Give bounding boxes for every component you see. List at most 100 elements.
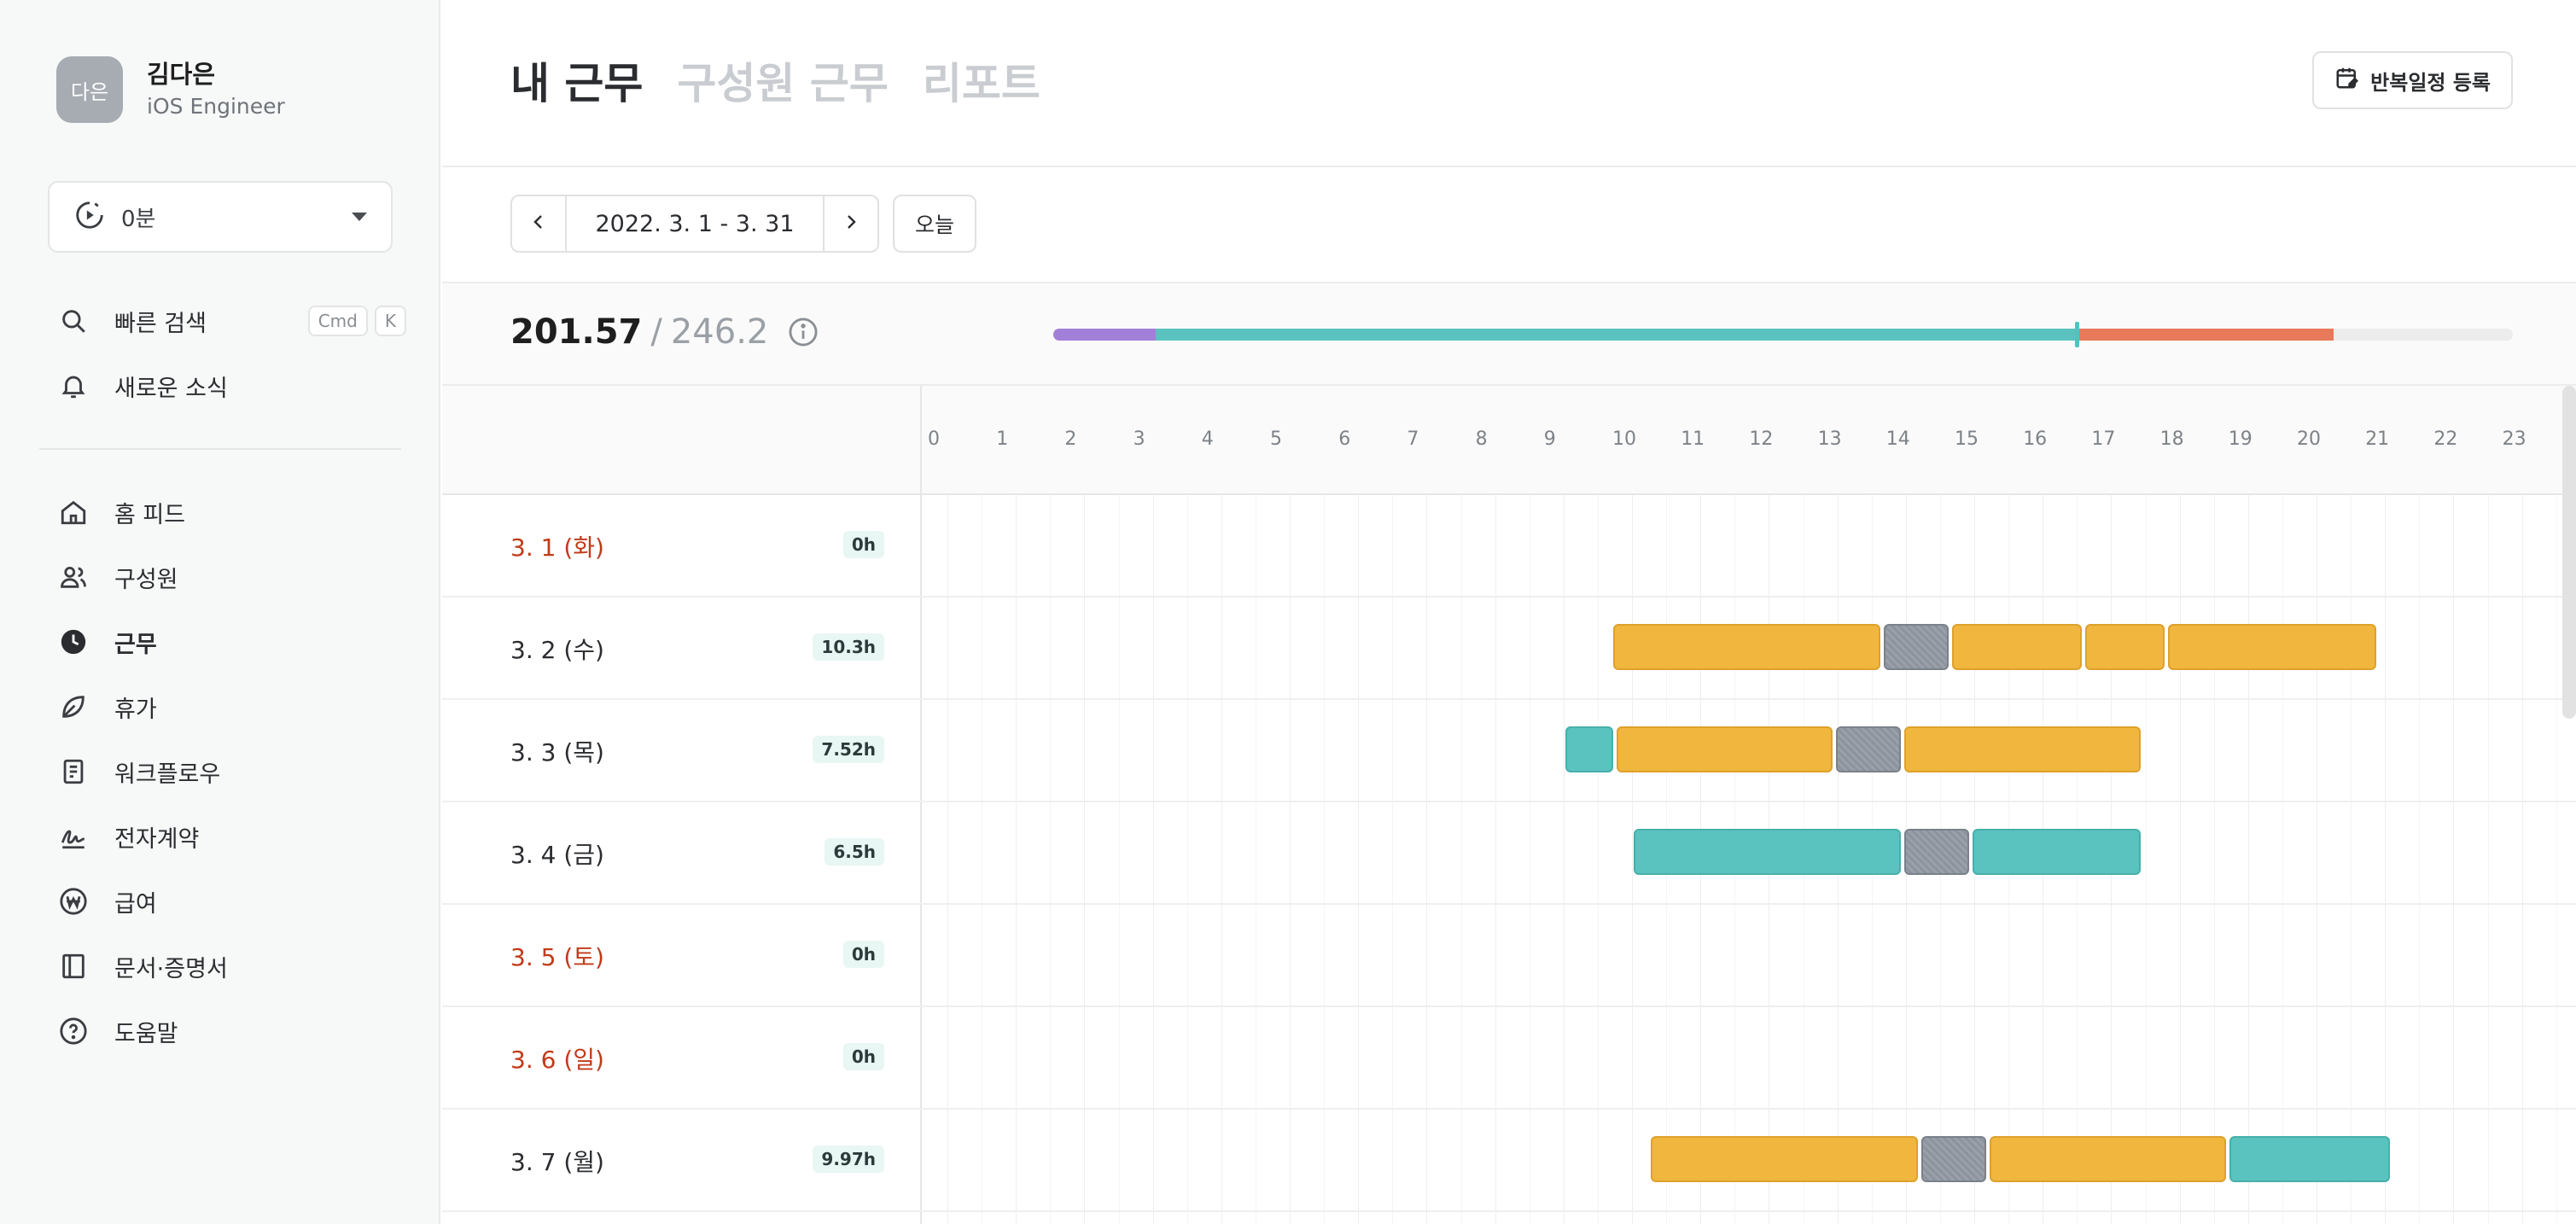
work-block[interactable] <box>1651 1136 1918 1182</box>
hour-label: 11 <box>1681 428 1705 450</box>
remote-block[interactable] <box>1634 829 1901 875</box>
hour-label: 4 <box>1201 428 1214 450</box>
tab-my-work[interactable]: 내 근무 <box>510 50 643 111</box>
row-date[interactable]: 3. 4 (금) <box>510 836 604 871</box>
row-hours-badge: 0h <box>842 941 884 968</box>
shortcut-key: K <box>374 306 406 336</box>
work-timer-dropdown[interactable]: 0분 <box>48 181 393 253</box>
work-summary: 201.57 / 246.2 <box>442 282 2576 386</box>
nav-item-label: 근무 <box>114 631 157 658</box>
timeline-row: 3. 4 (금) 6.5h <box>442 802 2576 905</box>
timeline-row: 3. 7 (월) 9.97h <box>442 1110 2576 1212</box>
nav-item-work[interactable]: 근무 <box>56 609 406 674</box>
break-block[interactable] <box>1835 726 1901 772</box>
document-icon <box>56 755 90 789</box>
row-date[interactable]: 3. 6 (일) <box>510 1041 604 1075</box>
nav-item-members[interactable]: 구성원 <box>56 545 406 609</box>
home-icon <box>56 495 90 529</box>
date-range-label[interactable]: 2022. 3. 1 - 3. 31 <box>567 196 823 251</box>
nav-item-payroll[interactable]: 급여 <box>56 869 406 934</box>
hour-label: 13 <box>1817 428 1842 450</box>
scrollbar[interactable] <box>2562 386 2576 719</box>
signature-icon <box>56 819 90 854</box>
remote-block[interactable] <box>1565 726 1613 772</box>
hour-label: 20 <box>2297 428 2321 450</box>
profile-role: iOS Engineer <box>147 94 285 119</box>
nav-item-documents[interactable]: 문서·증명서 <box>56 934 406 999</box>
timeline-grid: 0 1 2 3 4 5 6 7 8 9 10 11 12 13 14 15 16 17 18 19 20 21 22 23 3… <box>442 386 2576 1224</box>
help-icon <box>56 1014 90 1048</box>
work-block[interactable] <box>1617 726 1833 772</box>
break-block[interactable] <box>1903 829 1970 875</box>
row-date[interactable]: 3. 5 (토) <box>510 939 604 973</box>
nav-item-quick-search[interactable]: 빠른 검색 Cmd K <box>56 289 406 353</box>
work-block[interactable] <box>1951 624 2083 670</box>
row-date[interactable]: 3. 2 (수) <box>510 632 604 666</box>
nav-item-label: 도움말 <box>114 1020 178 1047</box>
leaf-icon <box>56 690 90 724</box>
hour-label: 2 <box>1064 428 1077 450</box>
hour-label: 1 <box>996 428 1009 450</box>
nav-item-e-contract[interactable]: 전자계약 <box>56 804 406 869</box>
hour-label: 22 <box>2433 428 2458 450</box>
hours-separator: / <box>650 312 662 352</box>
row-date[interactable]: 3. 1 (화) <box>510 529 604 563</box>
row-hours-badge: 6.5h <box>825 838 884 866</box>
row-hours-badge: 9.97h <box>813 1145 884 1173</box>
prev-period-button[interactable] <box>512 196 567 251</box>
clock-icon <box>56 625 90 659</box>
timeline-row: 3. 5 (토) 0h <box>442 905 2576 1007</box>
work-block[interactable] <box>1612 624 1880 670</box>
work-block[interactable] <box>1990 1136 2226 1182</box>
hour-label: 18 <box>2159 428 2184 450</box>
progress-segment <box>1155 329 2075 341</box>
search-icon <box>56 304 90 338</box>
timeline-row: 3. 1 (화) 0h <box>442 495 2576 597</box>
hour-label: 15 <box>1955 428 1979 450</box>
row-hours-badge: 0h <box>842 1043 884 1070</box>
hour-label: 16 <box>2023 428 2048 450</box>
nav-item-help[interactable]: 도움말 <box>56 999 406 1064</box>
nav-item-label: 구성원 <box>114 566 178 593</box>
profile[interactable]: 다은 김다은 iOS Engineer <box>56 56 285 123</box>
hour-label: 5 <box>1270 428 1282 450</box>
nav-item-label: 홈 피드 <box>114 501 186 528</box>
row-date[interactable]: 3. 7 (월) <box>510 1144 604 1178</box>
nav-item-home-feed[interactable]: 홈 피드 <box>56 480 406 545</box>
remote-block[interactable] <box>1973 829 2141 875</box>
info-icon[interactable] <box>787 316 819 348</box>
hour-label: 8 <box>1475 428 1488 450</box>
today-button[interactable]: 오늘 <box>893 195 977 253</box>
tab-member-work[interactable]: 구성원 근무 <box>677 50 888 111</box>
work-block[interactable] <box>2167 624 2377 670</box>
nav-item-workflow[interactable]: 워크플로우 <box>56 739 406 804</box>
chevron-right-icon <box>841 212 861 236</box>
nav-item-label: 휴가 <box>114 696 157 723</box>
break-block[interactable] <box>1920 1136 1987 1182</box>
chevron-left-icon <box>528 212 549 236</box>
profile-info: 김다은 iOS Engineer <box>147 57 285 122</box>
chevron-down-icon <box>352 213 367 221</box>
timer-label: 0분 <box>121 206 156 232</box>
nav-item-news[interactable]: 새로운 소식 <box>56 353 406 418</box>
row-date[interactable]: 3. 3 (목) <box>510 734 604 768</box>
nav-item-vacation[interactable]: 휴가 <box>56 674 406 739</box>
avatar[interactable]: 다은 <box>56 56 123 123</box>
work-block[interactable] <box>2085 624 2165 670</box>
sidebar: 다은 김다은 iOS Engineer 0분 빠른 검색 Cmd K 새로운 소… <box>0 0 440 1224</box>
hour-label: 12 <box>1749 428 1774 450</box>
total-hours: 246.2 <box>670 312 769 352</box>
shortcut-key: Cmd <box>307 306 368 336</box>
break-block[interactable] <box>1883 624 1949 670</box>
nav-top: 빠른 검색 Cmd K 새로운 소식 <box>56 289 406 418</box>
nav-item-label: 워크플로우 <box>114 761 221 788</box>
remote-block[interactable] <box>2229 1136 2391 1182</box>
next-period-button[interactable] <box>823 196 877 251</box>
work-block[interactable] <box>1903 726 2141 772</box>
nav-item-label: 전자계약 <box>114 825 200 853</box>
hour-label: 23 <box>2502 428 2526 450</box>
repeat-schedule-button[interactable]: 반복일정 등록 <box>2312 51 2513 109</box>
worked-hours: 201.57 <box>510 312 643 352</box>
hour-label: 21 <box>2365 428 2390 450</box>
tab-report[interactable]: 리포트 <box>923 50 1040 111</box>
